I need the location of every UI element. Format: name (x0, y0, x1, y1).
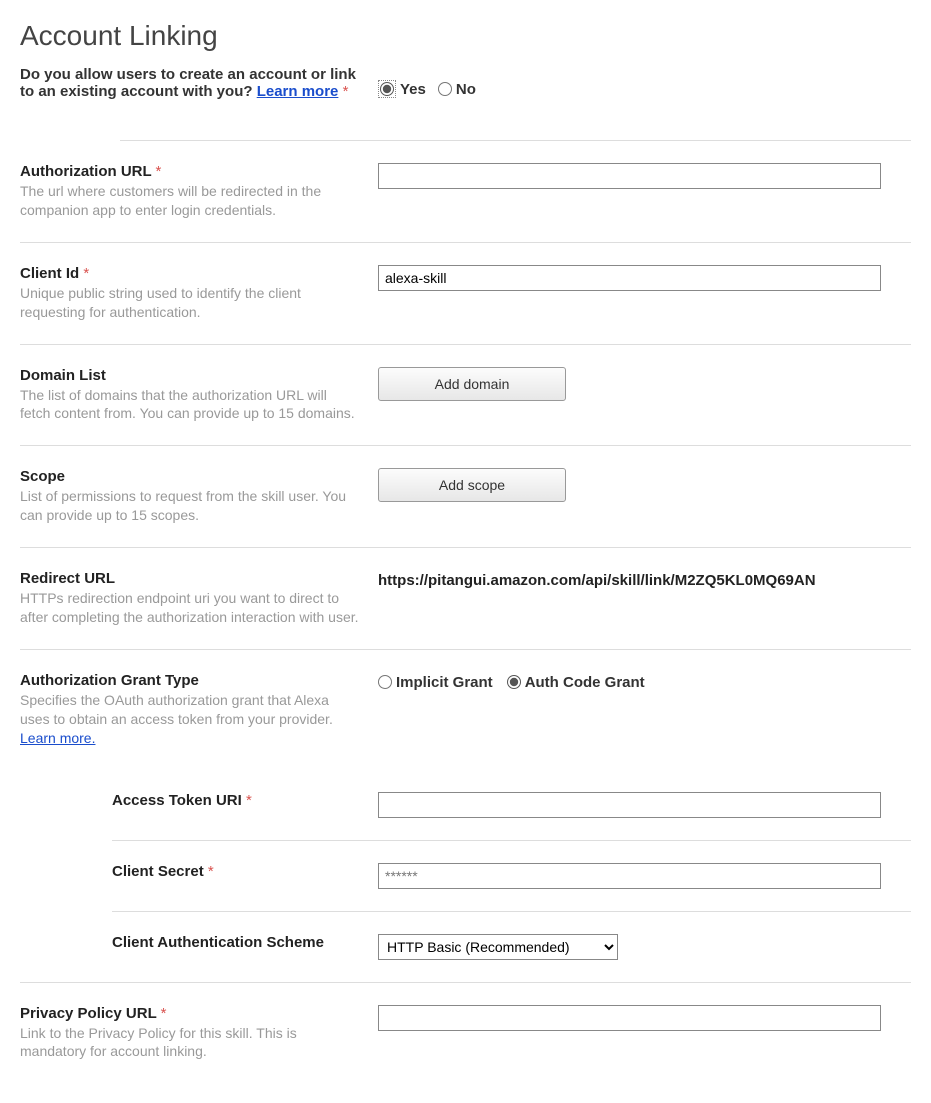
learn-more-link[interactable]: Learn more (257, 83, 339, 100)
client-id-input[interactable] (378, 265, 881, 291)
grant-type-radios: Implicit Grant Auth Code Grant (378, 672, 881, 691)
privacy-policy-url-desc: Link to the Privacy Policy for this skil… (20, 1024, 360, 1062)
auth-code-grant-option[interactable]: Auth Code Grant (507, 674, 645, 691)
privacy-policy-url-label: Privacy Policy URL * (20, 1005, 360, 1022)
access-token-uri-input[interactable] (378, 792, 881, 818)
allow-no-option[interactable]: No (438, 81, 476, 98)
domain-list-label: Domain List (20, 367, 360, 384)
allow-no-radio[interactable] (438, 82, 452, 96)
authorization-url-input[interactable] (378, 163, 881, 189)
add-domain-button[interactable]: Add domain (378, 367, 566, 401)
domain-list-desc: The list of domains that the authorizati… (20, 386, 360, 424)
allow-yes-radio[interactable] (380, 82, 394, 96)
scope-desc: List of permissions to request from the … (20, 487, 360, 525)
client-auth-scheme-label: Client Authentication Scheme (112, 934, 360, 951)
allow-yes-option[interactable]: Yes (378, 80, 426, 98)
authorization-url-desc: The url where customers will be redirect… (20, 182, 360, 220)
implicit-grant-radio[interactable] (378, 675, 392, 689)
grant-type-label: Authorization Grant Type (20, 672, 360, 689)
redirect-url-desc: HTTPs redirection endpoint uri you want … (20, 589, 360, 627)
redirect-url-value: https://pitangui.amazon.com/api/skill/li… (378, 570, 881, 589)
allow-account-linking-radios: Yes No (378, 66, 482, 98)
client-secret-label: Client Secret * (112, 863, 360, 880)
redirect-url-label: Redirect URL (20, 570, 360, 587)
access-token-uri-label: Access Token URI * (112, 792, 360, 809)
auth-code-grant-radio[interactable] (507, 675, 521, 689)
authorization-url-label: Authorization URL * (20, 163, 360, 180)
implicit-grant-option[interactable]: Implicit Grant (378, 674, 493, 691)
scope-label: Scope (20, 468, 360, 485)
grant-type-learn-more-link[interactable]: Learn more. (20, 730, 95, 746)
client-auth-scheme-select[interactable]: HTTP Basic (Recommended) (378, 934, 618, 960)
required-mark: * (343, 83, 349, 100)
client-id-desc: Unique public string used to identify th… (20, 284, 360, 322)
client-secret-input[interactable] (378, 863, 881, 889)
client-id-label: Client Id * (20, 265, 360, 282)
allow-account-linking-question: Do you allow users to create an account … (20, 66, 378, 100)
privacy-policy-url-input[interactable] (378, 1005, 881, 1031)
add-scope-button[interactable]: Add scope (378, 468, 566, 502)
grant-type-desc: Specifies the OAuth authorization grant … (20, 691, 360, 748)
page-title: Account Linking (20, 20, 911, 52)
